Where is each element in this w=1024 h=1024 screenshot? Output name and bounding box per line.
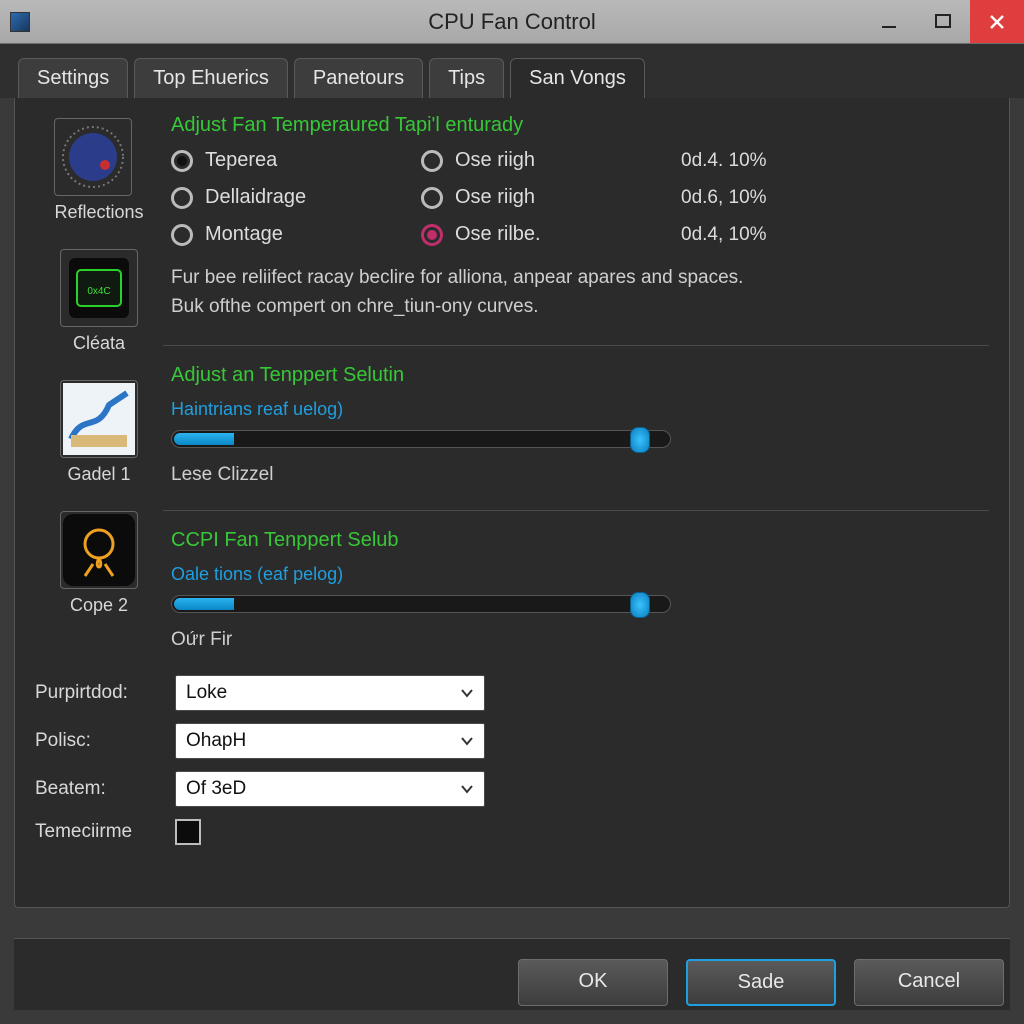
title-bar: CPU Fan Control (0, 0, 1024, 44)
chevron-down-icon (456, 778, 478, 800)
sade-button[interactable]: Sade (686, 959, 836, 1006)
sidebar-item-label: Cléata (60, 333, 138, 354)
tab-san-vongs[interactable]: San Vongs (510, 58, 645, 98)
slider-fill (174, 433, 234, 445)
slider3-caption: Oứr Fir (171, 629, 989, 651)
radio-dot-icon (171, 150, 193, 172)
select-value: Of 3eD (186, 778, 246, 799)
chevron-down-icon (456, 730, 478, 752)
cancel-button[interactable]: Cancel (854, 959, 1004, 1006)
sidebar-item-gadel1[interactable]: Gadel 1 (60, 380, 138, 485)
select-value: OhapH (186, 730, 246, 751)
main-panel: Reflections 0x4C Cléata Gadel 1 Cope 2 (14, 98, 1010, 908)
minimize-button[interactable] (862, 0, 916, 43)
label-temeciirme: Temeciirme (35, 821, 175, 843)
section3-slider-box: Oale tions (eaf pelog) Oứr Fir (171, 564, 989, 651)
button-label: OK (579, 970, 608, 992)
radio-label: Ose rilbe. (455, 223, 541, 246)
slider2-caption: Lese Clizzel (171, 464, 989, 486)
slider3-label: Oale tions (eaf pelog) (171, 564, 989, 585)
tab-label: Panetours (313, 67, 404, 89)
section1-title: Adjust Fan Temperaured Tapi'l enturady (171, 114, 989, 137)
dialog-footer: OK Sade Cancel (14, 938, 1010, 1010)
window-controls (862, 0, 1024, 43)
tab-panetours[interactable]: Panetours (294, 58, 423, 98)
content-area: Adjust Fan Temperaured Tapi'l enturady T… (163, 112, 989, 651)
label-polisc: Polisc: (35, 730, 175, 752)
radio-teperea[interactable]: Teperea (171, 149, 421, 172)
sidebar-item-label: Reflections (54, 202, 143, 223)
radio-grid: Teperea Ose riigh 0d.4. 10% Dellaidrage … (171, 149, 989, 246)
radio-dot-icon (421, 187, 443, 209)
slider-fill (174, 598, 234, 610)
radio-montage[interactable]: Montage (171, 223, 421, 246)
radio-dot-icon (171, 187, 193, 209)
radio-label: Montage (205, 223, 283, 246)
select-polisc[interactable]: OhapH (175, 723, 485, 759)
slider-section2[interactable] (171, 430, 671, 448)
sidebar-item-label: Gadel 1 (60, 464, 138, 485)
tab-tips[interactable]: Tips (429, 58, 504, 98)
section2-slider-box: Haintrians reaf uelog) Lese Clizzel (171, 399, 989, 486)
thumb-cleata-icon: 0x4C (60, 249, 138, 327)
radio-label: Teperea (205, 149, 277, 172)
slider-handle-icon[interactable] (630, 427, 650, 453)
slider-section3[interactable] (171, 595, 671, 613)
section1-desc: Fur bee reliifect racay beclire for alli… (171, 264, 989, 321)
select-beatem[interactable]: Of 3eD (175, 771, 485, 807)
radio-ose-riigh-2[interactable]: Ose riigh (421, 186, 681, 209)
label-beatem: Beatem: (35, 778, 175, 800)
divider (163, 345, 989, 346)
sidebar-item-cleata[interactable]: 0x4C Cléata (60, 249, 138, 354)
divider (163, 510, 989, 511)
desc-line: Buk ofthe compert on chre_tiun-ony curve… (171, 293, 989, 322)
desc-line: Fur bee reliifect racay beclire for alli… (171, 264, 989, 293)
radio-dellaidrage[interactable]: Dellaidrage (171, 186, 421, 209)
close-button[interactable] (970, 0, 1024, 43)
slider2-label: Haintrians reaf uelog) (171, 399, 989, 420)
chevron-down-icon (456, 682, 478, 704)
form-area: Purpirtdod: Loke Polisc: OhapH Beatem: O… (35, 675, 989, 845)
radio-dot-icon (171, 224, 193, 246)
maximize-button[interactable] (916, 0, 970, 43)
sidebar-item-label: Cope 2 (60, 595, 138, 616)
label-purpirtdod: Purpirtdod: (35, 682, 175, 704)
tab-label: San Vongs (529, 67, 626, 89)
radio-dot-icon (421, 224, 443, 246)
radio-ose-rilbe[interactable]: Ose rilbe. (421, 223, 681, 246)
sidebar-item-reflections[interactable]: Reflections (54, 118, 143, 223)
button-label: Sade (738, 971, 785, 993)
tab-label: Top Ehuerics (153, 67, 269, 89)
radio-value: 0d.6, 10% (681, 187, 801, 209)
tab-label: Settings (37, 67, 109, 89)
ok-button[interactable]: OK (518, 959, 668, 1006)
section2-title: Adjust an Tenppert Selutin (171, 364, 989, 387)
radio-ose-riigh-1[interactable]: Ose riigh (421, 149, 681, 172)
radio-label: Ose riigh (455, 186, 535, 209)
button-label: Cancel (898, 970, 960, 992)
svg-text:0x4C: 0x4C (87, 286, 110, 297)
sidebar-item-cope2[interactable]: Cope 2 (60, 511, 138, 616)
select-purpirtdod[interactable]: Loke (175, 675, 485, 711)
tab-strip: Settings Top Ehuerics Panetours Tips San… (0, 44, 1024, 98)
select-value: Loke (186, 682, 227, 703)
radio-label: Dellaidrage (205, 186, 306, 209)
thumb-reflections-icon (54, 118, 132, 196)
thumb-gadel1-icon (60, 380, 138, 458)
thumb-cope2-icon (60, 511, 138, 589)
radio-label: Ose riigh (455, 149, 535, 172)
tab-label: Tips (448, 67, 485, 89)
checkbox-temeciirme[interactable] (175, 819, 201, 845)
radio-value: 0d.4. 10% (681, 150, 801, 172)
tab-top-ehuerics[interactable]: Top Ehuerics (134, 58, 288, 98)
sidebar: Reflections 0x4C Cléata Gadel 1 Cope 2 (35, 112, 163, 651)
tab-settings[interactable]: Settings (18, 58, 128, 98)
section3-title: CCPI Fan Tenppert Selub (171, 529, 989, 552)
radio-value: 0d.4, 10% (681, 224, 801, 246)
slider-handle-icon[interactable] (630, 592, 650, 618)
radio-dot-icon (421, 150, 443, 172)
